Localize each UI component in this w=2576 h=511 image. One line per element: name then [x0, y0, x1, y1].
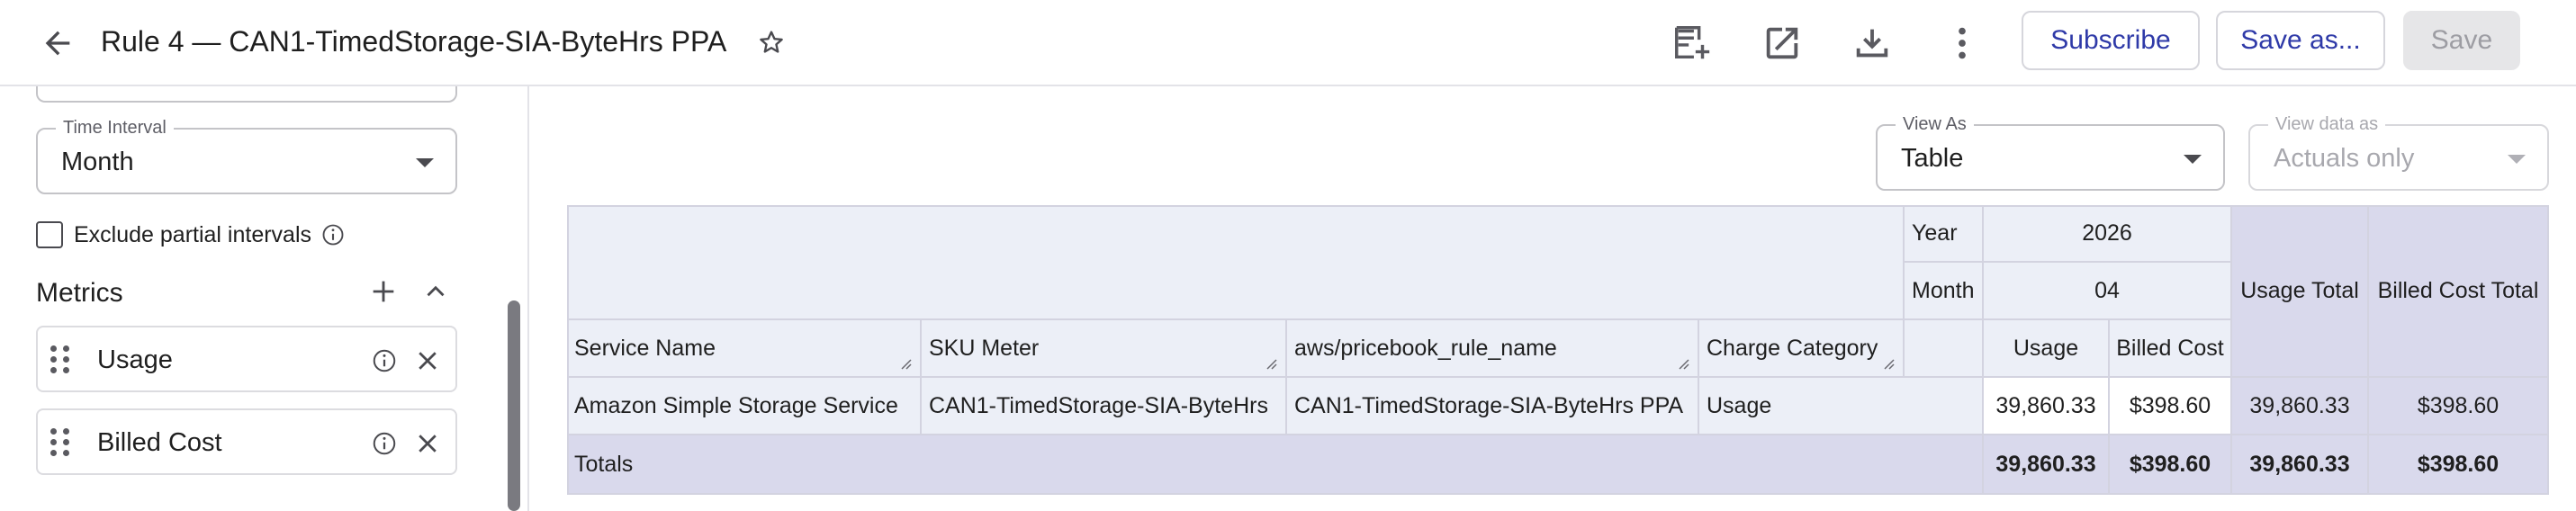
column-header-service-name[interactable]: Service Name — [567, 320, 922, 378]
pivot-corner — [567, 205, 1905, 320]
view-as-label: View As — [1896, 113, 1974, 135]
settings-sidebar: Time Interval Month Exclude partial inte… — [0, 86, 529, 511]
drag-handle-icon[interactable] — [50, 345, 70, 374]
time-interval-select[interactable]: Time Interval Month — [36, 117, 457, 194]
drag-handle-icon[interactable] — [50, 428, 70, 457]
table-cell-billed-cost: $398.60 — [2110, 378, 2232, 435]
remove-metric-button[interactable] — [410, 344, 445, 378]
arrow-left-icon — [45, 31, 70, 56]
download-button[interactable] — [1845, 16, 1899, 70]
metric-header-billed-cost: Billed Cost — [2110, 320, 2232, 378]
billed-cost-total-header: Billed Cost Total — [2369, 205, 2549, 378]
exclude-partial-checkbox[interactable] — [36, 221, 63, 248]
page-title: Rule 4 — CAN1-TimedStorage-SIA-ByteHrs P… — [101, 25, 727, 58]
totals-billed-cost: $398.60 — [2110, 435, 2232, 495]
totals-billed-cost-total: $398.60 — [2369, 435, 2549, 495]
more-options-button[interactable] — [1935, 16, 1989, 70]
chevron-up-icon — [427, 285, 445, 297]
metric-item-billed-cost[interactable]: Billed Cost — [36, 408, 457, 475]
column-header-label: Charge Category — [1707, 336, 1878, 361]
favorite-button[interactable] — [752, 23, 790, 61]
empty-header-cell — [1905, 320, 1984, 378]
view-data-as-select[interactable]: View data as Actuals only — [2248, 113, 2549, 191]
download-icon — [1856, 29, 1888, 58]
table-cell-usage: 39,860.33 — [1984, 378, 2110, 435]
info-icon[interactable] — [320, 222, 346, 247]
collapse-metrics-button[interactable] — [416, 272, 455, 311]
table-cell-sku-meter: CAN1-TimedStorage-SIA-ByteHrs — [922, 378, 1287, 435]
totals-usage: 39,860.33 — [1984, 435, 2110, 495]
metric-header-usage: Usage — [1984, 320, 2110, 378]
metrics-title: Metrics — [36, 278, 123, 308]
year-header-label: Year — [1905, 205, 1984, 263]
table-cell-charge-category: Usage — [1699, 378, 1984, 435]
plus-icon — [373, 281, 394, 302]
column-header-label: SKU Meter — [929, 336, 1040, 361]
table-cell-rule-name: CAN1-TimedStorage-SIA-ByteHrs PPA — [1287, 378, 1699, 435]
close-icon — [419, 352, 437, 370]
close-icon — [419, 435, 437, 453]
exclude-partial-row: Exclude partial intervals — [36, 221, 346, 248]
usage-total-header: Usage Total — [2232, 205, 2369, 378]
save-as-button[interactable]: Save as... — [2216, 11, 2385, 70]
year-header-value: 2026 — [1984, 205, 2232, 263]
table-cell-service-name: Amazon Simple Storage Service — [567, 378, 922, 435]
star-outline-icon — [760, 31, 783, 53]
totals-row-label: Totals — [567, 435, 1984, 495]
add-to-dashboard-icon — [1675, 26, 1710, 59]
metric-info-button[interactable] — [369, 428, 400, 459]
info-icon — [373, 432, 396, 455]
resize-handle-icon[interactable] — [1881, 356, 1896, 371]
resize-handle-icon[interactable] — [1264, 356, 1278, 371]
previous-field-cutoff[interactable] — [36, 86, 457, 103]
subscribe-button[interactable]: Subscribe — [2022, 11, 2200, 70]
scrollbar-thumb[interactable] — [508, 300, 520, 511]
metric-item-usage[interactable]: Usage — [36, 326, 457, 392]
metric-info-button[interactable] — [369, 345, 400, 376]
metric-label: Usage — [97, 345, 173, 374]
column-header-label: aws/pricebook_rule_name — [1294, 336, 1557, 361]
column-header-sku-meter[interactable]: SKU Meter — [922, 320, 1287, 378]
month-header-label: Month — [1905, 263, 1984, 320]
totals-usage-total: 39,860.33 — [2232, 435, 2369, 495]
time-interval-label: Time Interval — [56, 117, 174, 139]
remove-metric-button[interactable] — [410, 426, 445, 461]
column-header-label: Service Name — [574, 336, 716, 361]
sidebar-scrollbar[interactable] — [508, 300, 520, 511]
view-data-as-value: Actuals only — [2274, 144, 2415, 173]
view-as-select[interactable]: View As Table — [1876, 113, 2225, 191]
add-metric-button[interactable] — [364, 272, 403, 311]
back-button[interactable] — [32, 18, 83, 68]
month-header-value: 04 — [1984, 263, 2232, 320]
column-header-rule-name[interactable]: aws/pricebook_rule_name — [1287, 320, 1699, 378]
resize-handle-icon[interactable] — [1676, 356, 1690, 371]
open-in-new-button[interactable] — [1755, 16, 1809, 70]
app-header: Rule 4 — CAN1-TimedStorage-SIA-ByteHrs P… — [0, 0, 2576, 86]
open-in-new-icon — [1766, 27, 1798, 59]
table-cell-usage-total: 39,860.33 — [2232, 378, 2369, 435]
info-icon — [373, 349, 396, 372]
caret-down-icon — [416, 158, 434, 167]
add-to-dashboard-button[interactable] — [1665, 16, 1719, 70]
exclude-partial-label: Exclude partial intervals — [74, 221, 312, 247]
time-interval-value: Month — [61, 148, 134, 176]
view-data-as-label: View data as — [2268, 113, 2386, 135]
column-header-charge-category[interactable]: Charge Category — [1699, 320, 1905, 378]
metric-label: Billed Cost — [97, 428, 222, 457]
resize-handle-icon[interactable] — [898, 356, 913, 371]
caret-down-icon — [2508, 155, 2526, 164]
table-cell-billed-cost-total: $398.60 — [2369, 378, 2549, 435]
pivot-table: Year 2026 Month 04 Usage Total Billed Co… — [567, 205, 2549, 495]
save-button[interactable]: Save — [2403, 11, 2520, 70]
caret-down-icon — [2184, 155, 2202, 164]
view-as-value: Table — [1901, 144, 1964, 173]
more-vertical-icon — [1959, 27, 1966, 59]
